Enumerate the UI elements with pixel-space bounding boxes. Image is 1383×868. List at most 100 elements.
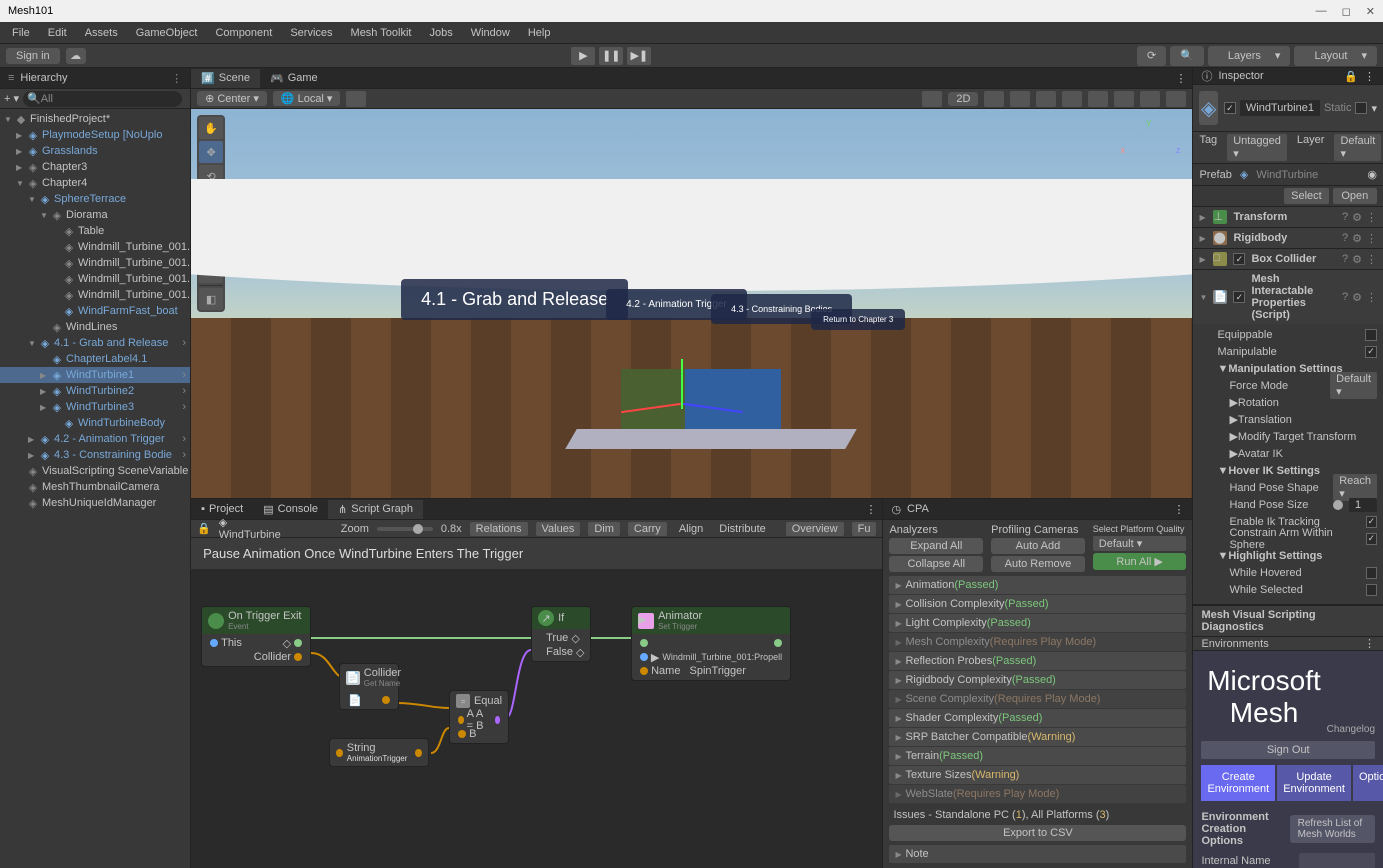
hierarchy-item[interactable]: ◈Table xyxy=(0,223,190,239)
auto-add-button[interactable]: Auto Add xyxy=(991,538,1085,554)
visibility-icon[interactable] xyxy=(1166,91,1186,107)
environments-tab[interactable]: Environments xyxy=(1201,638,1358,650)
undo-history-icon[interactable]: ⟳ xyxy=(1137,46,1166,66)
step-button[interactable]: ▶❚ xyxy=(627,47,651,65)
audio-icon[interactable] xyxy=(1010,91,1030,107)
hierarchy-item[interactable]: ▶◈PlaymodeSetup [NoUplo xyxy=(0,127,190,143)
equippable-checkbox[interactable] xyxy=(1365,329,1377,341)
gameobject-active-checkbox[interactable] xyxy=(1224,102,1236,114)
inspector-lock-icon[interactable]: 🔒 xyxy=(1344,70,1358,83)
menu-component[interactable]: Component xyxy=(207,25,280,41)
tb-values[interactable]: Values xyxy=(536,522,581,536)
expand-all-button[interactable]: Expand All xyxy=(889,538,983,554)
cpa-check-row[interactable]: ▶Terrain (Passed) xyxy=(889,747,1186,765)
extra-tool-icon[interactable]: ◧ xyxy=(199,288,223,310)
signin-button[interactable]: Sign in xyxy=(6,48,60,64)
menu-file[interactable]: File xyxy=(4,25,38,41)
hierarchy-item[interactable]: ▶◈4.3 - Constraining Bodie› xyxy=(0,447,190,463)
internal-name-field[interactable] xyxy=(1299,853,1375,868)
enableik-checkbox[interactable] xyxy=(1366,516,1377,528)
hierarchy-item[interactable]: ▶◈WindTurbine1› xyxy=(0,367,190,383)
minimize-icon[interactable]: — xyxy=(1316,5,1327,18)
node-equal[interactable]: =Equal A A = B B xyxy=(449,690,509,744)
hierarchy-tab[interactable]: Hierarchy xyxy=(20,72,165,84)
camera-icon[interactable] xyxy=(1140,91,1160,107)
env-menu-icon[interactable]: ⋮ xyxy=(1364,637,1375,650)
gameobject-name-field[interactable]: WindTurbine1 xyxy=(1240,100,1320,116)
hierarchy-item[interactable]: ◈WindLines xyxy=(0,319,190,335)
hierarchy-item[interactable]: ◈Windmill_Turbine_001. xyxy=(0,287,190,303)
boxcollider-enabled[interactable] xyxy=(1233,253,1245,265)
hierarchy-item[interactable]: ◈Windmill_Turbine_001. xyxy=(0,271,190,287)
cpa-check-row[interactable]: ▶Texture Sizes (Warning) xyxy=(889,766,1186,784)
mip-enabled[interactable] xyxy=(1233,291,1245,303)
cpa-check-row[interactable]: ▶Shader Complexity (Passed) xyxy=(889,709,1186,727)
hierarchy-item[interactable]: ▶◈Grasslands xyxy=(0,143,190,159)
hierarchy-item[interactable]: ◈ChapterLabel4.1 xyxy=(0,351,190,367)
move-tool-icon[interactable]: ✥ xyxy=(199,141,223,163)
inspector-menu-icon[interactable]: ⋮ xyxy=(1364,70,1375,83)
menu-icon[interactable]: ⋮ xyxy=(1366,211,1377,224)
help-icon[interactable]: ? xyxy=(1342,211,1348,224)
update-env-button[interactable]: Update Environment xyxy=(1277,765,1351,801)
layers-dropdown[interactable]: Layers ▾ xyxy=(1208,46,1291,66)
hierarchy-item[interactable]: ◈WindTurbineBody xyxy=(0,415,190,431)
hierarchy-item[interactable]: ▼◆FinishedProject* xyxy=(0,111,190,127)
prefab-pick-icon[interactable]: ◉ xyxy=(1367,168,1377,181)
hierarchy-item[interactable]: ▼◈SphereTerrace xyxy=(0,191,190,207)
static-dropdown[interactable]: ▾ xyxy=(1371,102,1377,115)
cpa-check-row[interactable]: ▶Mesh Complexity (Requires Play Mode) xyxy=(889,633,1186,651)
translation-foldout[interactable]: ▶ Translation xyxy=(1217,411,1377,428)
collapse-all-button[interactable]: Collapse All xyxy=(889,556,983,572)
hierarchy-item[interactable]: ◈VisualScripting SceneVariable xyxy=(0,463,190,479)
hierarchy-item[interactable]: ◈Windmill_Turbine_001. xyxy=(0,239,190,255)
hierarchy-item[interactable]: ▶◈4.2 - Animation Trigger› xyxy=(0,431,190,447)
static-checkbox[interactable] xyxy=(1355,102,1367,114)
tb-dim[interactable]: Dim xyxy=(588,522,620,536)
hierarchy-item[interactable]: ◈Windmill_Turbine_001. xyxy=(0,255,190,271)
manipulable-checkbox[interactable] xyxy=(1365,346,1377,358)
handsize-field[interactable]: 1 xyxy=(1349,498,1377,512)
maximize-icon[interactable]: ◻ xyxy=(1342,5,1351,18)
lock-icon[interactable]: 🔒 xyxy=(197,522,211,535)
2d-toggle[interactable]: 2D xyxy=(948,92,978,106)
prefab-open-button[interactable]: Open xyxy=(1333,188,1377,204)
transform-component[interactable]: ▶⊥ Transform ?⚙⋮ xyxy=(1193,207,1383,227)
cpa-menu-icon[interactable]: ⋮ xyxy=(1173,503,1184,516)
cpa-check-row[interactable]: ▶SRP Batcher Compatible (Warning) xyxy=(889,728,1186,746)
pivot-toggle[interactable]: ⊕ Center ▾ xyxy=(197,91,267,106)
search-icon[interactable]: 🔍 xyxy=(1170,46,1204,66)
hierarchy-item[interactable]: ▼◈Diorama xyxy=(0,207,190,223)
hierarchy-item[interactable]: ▼◈Chapter4 xyxy=(0,175,190,191)
tag-dropdown[interactable]: Untagged ▾ xyxy=(1227,134,1287,161)
zoom-slider[interactable] xyxy=(377,527,433,531)
node-string[interactable]: StringAnimationTrigger xyxy=(329,738,429,767)
hand-tool-icon[interactable]: ✋ xyxy=(199,117,223,139)
tb-distribute[interactable]: Distribute xyxy=(715,522,769,536)
cpa-check-row[interactable]: ▶WebSlate (Requires Play Mode) xyxy=(889,785,1186,803)
options-button[interactable]: Options xyxy=(1353,765,1383,801)
tb-carry[interactable]: Carry xyxy=(628,522,667,536)
create-dropdown[interactable]: + ▾ xyxy=(4,92,19,105)
boxcollider-component[interactable]: ▶□ Box Collider ?⚙⋮ xyxy=(1193,249,1383,269)
auto-remove-button[interactable]: Auto Remove xyxy=(991,556,1085,572)
node-on-trigger-exit[interactable]: On Trigger ExitEvent This◇ Collider xyxy=(201,606,311,667)
tb-overview[interactable]: Overview xyxy=(786,522,844,536)
snap-icon[interactable] xyxy=(922,91,942,107)
tb-align[interactable]: Align xyxy=(675,522,707,536)
link-icon[interactable]: ⋮ xyxy=(171,72,182,85)
hamburger-icon[interactable]: ≡ xyxy=(8,72,14,84)
hierarchy-item[interactable]: ▶◈WindTurbine2› xyxy=(0,383,190,399)
signout-button[interactable]: Sign Out xyxy=(1201,741,1375,759)
cpa-check-row[interactable]: ▶Scene Complexity (Requires Play Mode) xyxy=(889,690,1186,708)
refresh-worlds-button[interactable]: Refresh List of Mesh Worlds xyxy=(1290,815,1375,843)
fx-icon[interactable] xyxy=(1036,91,1056,107)
menu-window[interactable]: Window xyxy=(463,25,518,41)
menu-help[interactable]: Help xyxy=(520,25,559,41)
tb-full[interactable]: Fu xyxy=(852,522,877,536)
force-mode-dropdown[interactable]: Default ▾ xyxy=(1330,372,1377,399)
menu-assets[interactable]: Assets xyxy=(77,25,126,41)
menu-services[interactable]: Services xyxy=(282,25,340,41)
game-tab[interactable]: 🎮 Game xyxy=(260,69,328,88)
cloud-icon[interactable]: ☁ xyxy=(66,48,86,64)
